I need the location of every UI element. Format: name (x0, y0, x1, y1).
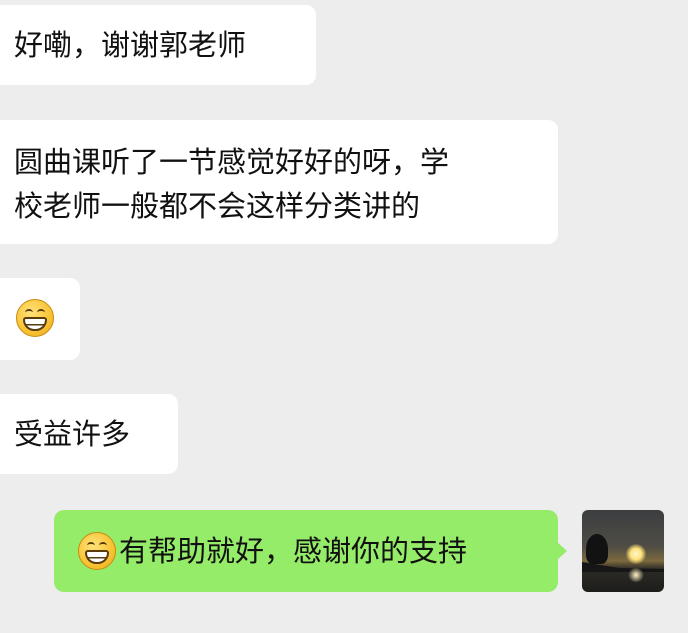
incoming-message-bubble[interactable]: 受益许多 (0, 394, 178, 474)
grinning-face-icon (78, 532, 116, 570)
tree-silhouette (586, 534, 608, 564)
chat-message-list[interactable]: 好嘞，谢谢郭老师 圆曲课听了一节感觉好好的呀，学 校老师一般都不会这样分类讲的 … (0, 0, 688, 633)
outgoing-message-bubble[interactable]: 有帮助就好，感谢你的支持 (54, 510, 567, 592)
incoming-emoji-message[interactable] (0, 278, 80, 360)
message-text: 有帮助就好，感谢你的支持 (119, 534, 468, 568)
message-text: 受益许多 (14, 417, 131, 451)
grinning-face-icon (16, 299, 54, 337)
message-text-line-1: 圆曲课听了一节感觉好好的呀，学 (14, 145, 450, 179)
message-text: 好嘞，谢谢郭老师 (14, 28, 247, 62)
incoming-message-bubble[interactable]: 好嘞，谢谢郭老师 (0, 5, 316, 85)
message-text-line-2: 校老师一般都不会这样分类讲的 (14, 189, 421, 223)
sun-reflection (628, 568, 644, 582)
sun-icon (626, 544, 646, 564)
user-avatar[interactable] (582, 510, 664, 592)
incoming-message-bubble[interactable]: 圆曲课听了一节感觉好好的呀，学 校老师一般都不会这样分类讲的 (0, 120, 558, 244)
